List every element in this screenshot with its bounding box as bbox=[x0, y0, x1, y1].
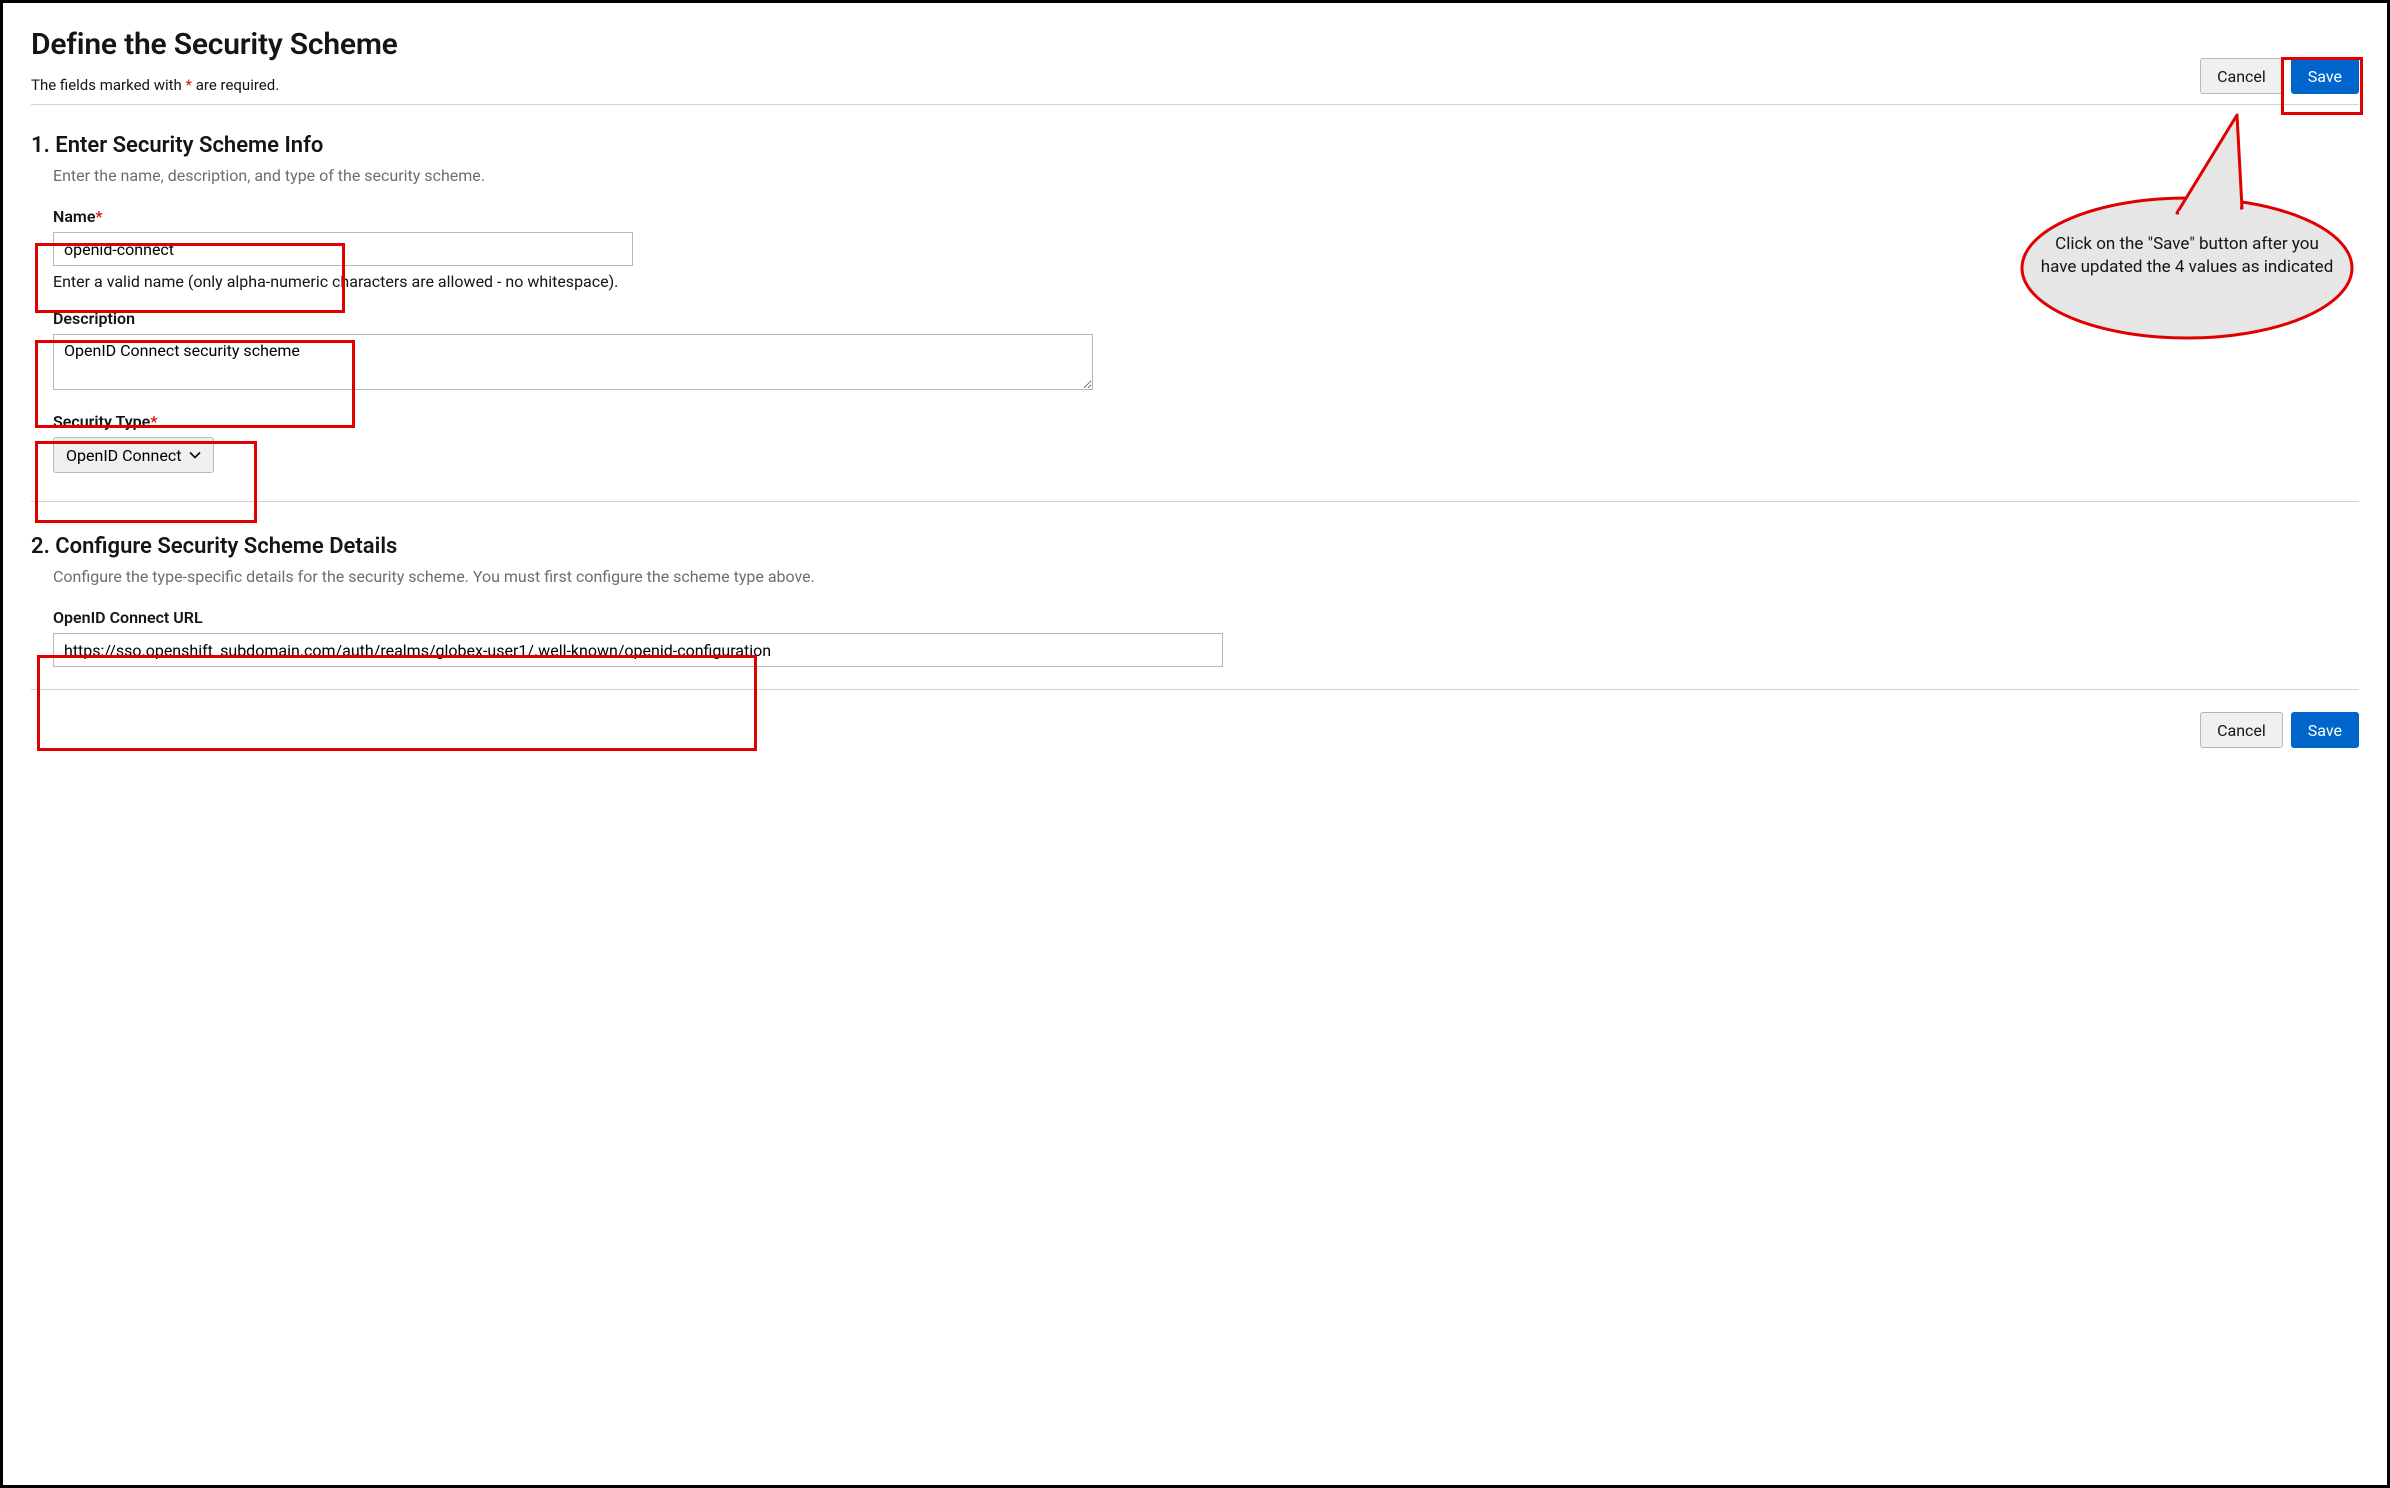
security-type-dropdown[interactable]: OpenID Connect bbox=[53, 437, 214, 473]
save-button-footer[interactable]: Save bbox=[2291, 712, 2359, 748]
chevron-down-icon bbox=[189, 446, 201, 465]
page-title: Define the Security Scheme bbox=[31, 27, 398, 62]
section-2-title: 2. Configure Security Scheme Details bbox=[31, 534, 2359, 559]
name-help-text: Enter a valid name (only alpha-numeric c… bbox=[53, 272, 2359, 291]
section-1-title: 1. Enter Security Scheme Info bbox=[31, 133, 2359, 158]
description-label: Description bbox=[53, 309, 2359, 328]
section-divider bbox=[31, 501, 2359, 502]
openid-url-input[interactable] bbox=[53, 633, 1223, 667]
header-button-row: Cancel Save bbox=[2200, 58, 2359, 94]
required-fields-note: The fields marked with * are required. bbox=[31, 76, 398, 94]
footer-button-row: Cancel Save bbox=[31, 689, 2359, 748]
page-header: Define the Security Scheme The fields ma… bbox=[31, 27, 2359, 105]
security-type-label: Security Type* bbox=[53, 412, 2359, 431]
description-input[interactable] bbox=[53, 334, 1093, 390]
asterisk-icon: * bbox=[150, 412, 157, 431]
cancel-button-footer[interactable]: Cancel bbox=[2200, 712, 2283, 748]
section-1-description: Enter the name, description, and type of… bbox=[31, 166, 2359, 185]
name-input[interactable] bbox=[53, 232, 633, 266]
security-type-value: OpenID Connect bbox=[66, 446, 181, 465]
openid-url-label: OpenID Connect URL bbox=[53, 608, 2359, 627]
save-button[interactable]: Save bbox=[2291, 58, 2359, 94]
name-label: Name* bbox=[53, 207, 2359, 226]
cancel-button[interactable]: Cancel bbox=[2200, 58, 2283, 94]
asterisk-icon: * bbox=[95, 207, 102, 226]
section-2-description: Configure the type-specific details for … bbox=[31, 567, 2359, 586]
